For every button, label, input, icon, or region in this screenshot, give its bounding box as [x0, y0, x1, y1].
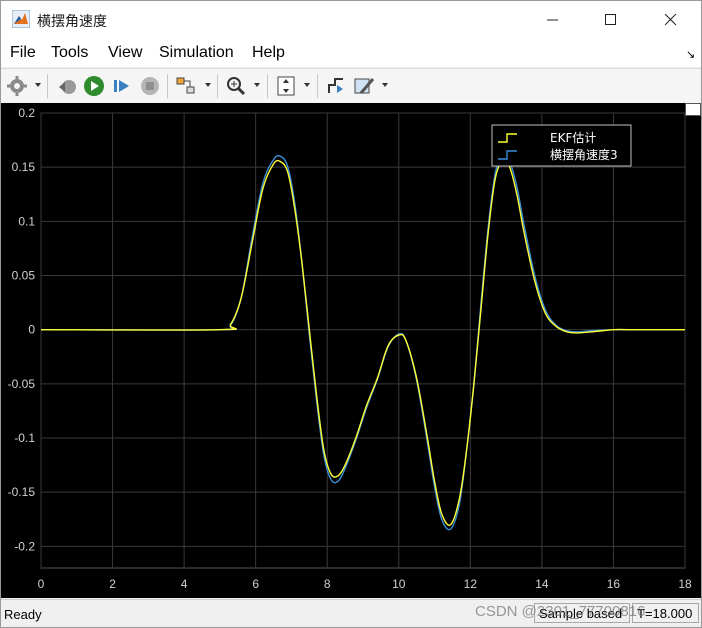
highlight-block-icon[interactable]: [175, 75, 197, 97]
minimize-button[interactable]: [530, 1, 576, 39]
style-icon[interactable]: [353, 75, 375, 97]
toolbar-separator: [217, 74, 218, 98]
x-tick-label: 10: [392, 577, 406, 591]
settings-dropdown-icon[interactable]: [35, 83, 41, 87]
x-tick-label: 14: [535, 577, 549, 591]
y-tick-label: 0.05: [12, 269, 36, 283]
window-title: 横摆角速度: [37, 14, 107, 30]
plot-axes-box: [40, 112, 686, 569]
menu-help[interactable]: Help: [252, 44, 285, 62]
stop-icon[interactable]: [139, 75, 161, 97]
x-tick-label: 8: [324, 577, 331, 591]
maximize-button[interactable]: [588, 1, 634, 39]
close-icon: [665, 14, 677, 26]
x-tick-label: 0: [38, 577, 45, 591]
y-tick-label: -0.2: [14, 539, 35, 553]
zoom-icon[interactable]: [225, 75, 247, 97]
cursor-measure-icon[interactable]: [325, 75, 347, 97]
step-back-icon[interactable]: [56, 75, 78, 97]
legend-label: EKF估计: [550, 131, 596, 145]
plot-region[interactable]: 0 2 4 6 8 10 12 14 16 18 0.2 0.15 0.1 0.05 0 -0.05 -0.1 -…: [1, 103, 701, 598]
title-bar: 横摆角速度: [1, 1, 701, 39]
scope-window: 横摆角速度 File Tools View Simulation Help ↘: [0, 0, 702, 628]
menu-tools[interactable]: Tools: [51, 44, 88, 62]
x-tick-label: 16: [607, 577, 621, 591]
dock-arrow-icon[interactable]: ↘: [686, 48, 695, 61]
scope-plot[interactable]: 0 2 4 6 8 10 12 14 16 18 0.2 0.15 0.1 0.05 0 -0.05 -0.1 -…: [1, 103, 701, 598]
minimize-icon: [547, 19, 558, 21]
style-dropdown-icon[interactable]: [382, 83, 388, 87]
y-tick-label: -0.15: [8, 485, 36, 499]
x-tick-label: 4: [181, 577, 188, 591]
fit-view-dropdown-icon[interactable]: [304, 83, 310, 87]
highlight-dropdown-icon[interactable]: [205, 83, 211, 87]
menu-view[interactable]: View: [108, 44, 142, 62]
toolbar-separator: [167, 74, 168, 98]
undock-icon[interactable]: [685, 103, 701, 116]
menu-file[interactable]: File: [10, 44, 36, 62]
y-tick-label: -0.1: [14, 431, 35, 445]
toolbar: [1, 68, 701, 104]
watermark: CSDN @2301_77700816: [475, 603, 646, 620]
toolbar-separator: [267, 74, 268, 98]
x-tick-label: 6: [252, 577, 259, 591]
menu-bar: File Tools View Simulation Help ↘: [1, 39, 701, 67]
menu-simulation[interactable]: Simulation: [159, 44, 234, 62]
y-tick-label: 0.1: [18, 214, 35, 228]
x-tick-label: 12: [464, 577, 478, 591]
toolbar-separator: [47, 74, 48, 98]
matlab-logo-icon: [12, 10, 30, 28]
y-tick-label: 0.2: [18, 106, 35, 120]
settings-icon[interactable]: [6, 75, 28, 97]
run-icon[interactable]: [83, 75, 105, 97]
x-tick-label: 18: [678, 577, 692, 591]
step-forward-icon[interactable]: [111, 75, 133, 97]
close-button[interactable]: [648, 1, 694, 39]
fit-view-icon[interactable]: [275, 75, 297, 97]
status-ready: Ready: [4, 607, 42, 622]
y-tick-label: -0.05: [8, 377, 36, 391]
y-tick-label: 0: [28, 323, 35, 337]
y-tick-label: 0.15: [12, 160, 36, 174]
legend-label: 横摆角速度3: [550, 147, 618, 162]
x-tick-label: 2: [109, 577, 116, 591]
maximize-icon: [605, 14, 616, 25]
toolbar-separator: [317, 74, 318, 98]
zoom-dropdown-icon[interactable]: [254, 83, 260, 87]
